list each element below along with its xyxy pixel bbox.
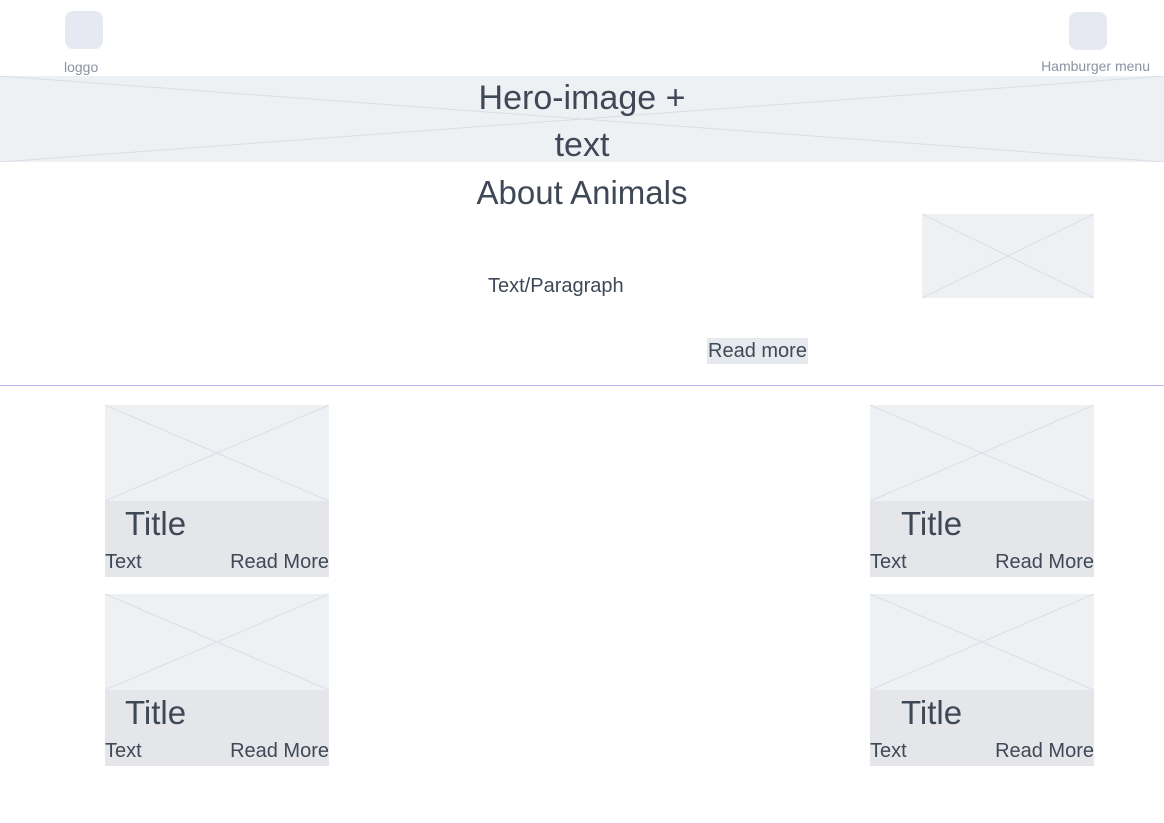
hero-heading-line2: text [554, 126, 610, 164]
read-more-button[interactable]: Read more [707, 338, 808, 364]
card-image-placeholder [105, 405, 329, 501]
card-read-more-link[interactable]: Read More [230, 551, 329, 574]
card-image-placeholder [870, 594, 1094, 690]
card-read-more-link[interactable]: Read More [995, 551, 1094, 574]
card-title: Title [901, 505, 963, 542]
section-title: About Animals [476, 174, 688, 211]
card-title: Title [125, 505, 187, 542]
logo-icon[interactable] [65, 11, 103, 49]
logo-label: loggo [64, 59, 99, 75]
about-paragraph: Text/Paragraph [488, 275, 624, 297]
hero-heading-line1: Hero-image + [478, 79, 686, 117]
placeholder-cross-icon [870, 594, 1094, 690]
card[interactable]: Title Text Read More [105, 405, 329, 577]
hamburger-menu-icon[interactable] [1069, 12, 1107, 50]
placeholder-cross-icon [870, 405, 1094, 501]
card[interactable]: Title Text Read More [870, 405, 1094, 577]
card-text: Text [105, 740, 142, 762]
about-image-placeholder [922, 214, 1094, 298]
card-text: Text [870, 740, 907, 762]
card[interactable]: Title Text Read More [870, 594, 1094, 766]
card-text: Text [870, 551, 907, 573]
card-read-more-link[interactable]: Read More [995, 740, 1094, 763]
card-text: Text [105, 551, 142, 573]
card-title: Title [125, 694, 187, 731]
placeholder-cross-icon [105, 405, 329, 501]
card[interactable]: Title Text Read More [105, 594, 329, 766]
placeholder-cross-icon [105, 594, 329, 690]
placeholder-cross-icon [922, 214, 1094, 298]
section-divider [0, 385, 1164, 386]
hamburger-menu-label: Hamburger menu [1041, 58, 1150, 74]
card-image-placeholder [870, 405, 1094, 501]
card-title: Title [901, 694, 963, 731]
card-image-placeholder [105, 594, 329, 690]
card-read-more-link[interactable]: Read More [230, 740, 329, 763]
